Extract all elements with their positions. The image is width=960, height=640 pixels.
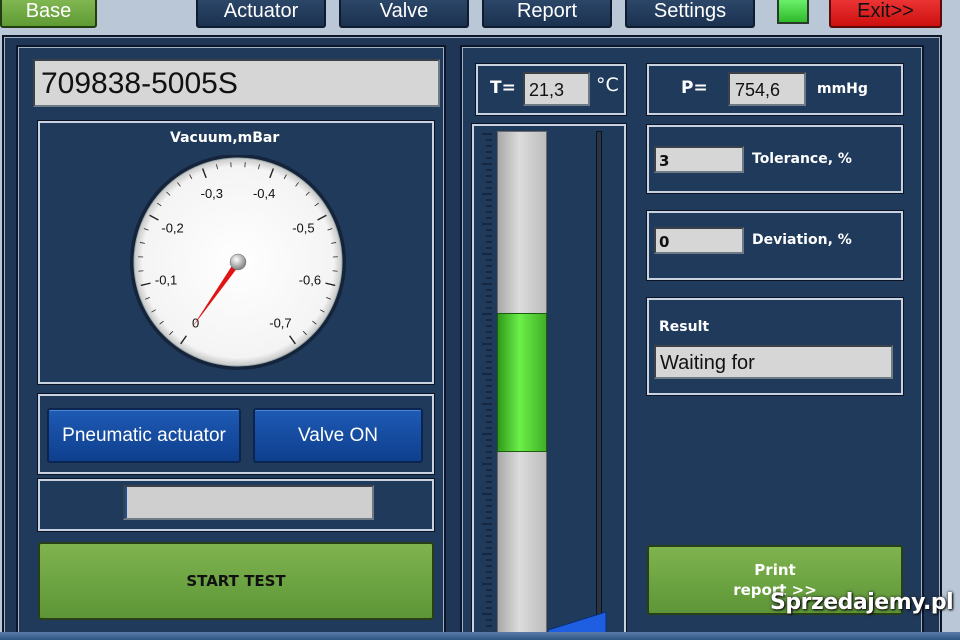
result-label: Result — [659, 319, 710, 335]
report-button[interactable]: Report — [482, 0, 612, 28]
temperature-unit: °C — [596, 74, 619, 96]
exit-button-label: Exit>> — [857, 0, 914, 22]
valve-button[interactable]: Valve — [339, 0, 469, 28]
temperature-value: 21,3 — [523, 72, 590, 106]
pneumatic-actuator-button[interactable]: Pneumatic actuator — [47, 408, 241, 463]
settings-button-label: Settings — [653, 0, 727, 22]
actuator-button-label: Actuator — [223, 0, 299, 22]
deviation-label: Deviation, % — [752, 232, 852, 248]
level-frame — [471, 123, 627, 640]
watermark: Sprzedajemy.pl — [770, 590, 954, 615]
base-button-label: Base — [25, 0, 72, 22]
gauge-tick-label: -0,7 — [269, 316, 291, 331]
pressure-value: 754,6 — [728, 72, 806, 106]
base-button[interactable]: Base — [0, 0, 97, 28]
gauge-knob — [229, 253, 247, 271]
tolerance-input[interactable]: 3 — [654, 146, 744, 173]
deviation-value: 0 — [654, 227, 744, 254]
gauge-tick-label: -0,4 — [253, 186, 275, 201]
exit-button[interactable]: Exit>> — [829, 0, 942, 28]
valve-on-label: Valve ON — [298, 424, 378, 446]
level-slider-track[interactable] — [596, 131, 602, 640]
pneumatic-actuator-label: Pneumatic actuator — [62, 424, 226, 446]
gauge-tick-label: 0 — [192, 316, 199, 331]
gauge-tick-label: -0,6 — [299, 272, 321, 287]
status-indicator — [777, 0, 809, 24]
settings-button[interactable]: Settings — [625, 0, 755, 28]
actuator-button[interactable]: Actuator — [196, 0, 326, 28]
progress-bar — [123, 485, 374, 520]
gauge-tick-label: -0,5 — [292, 220, 314, 235]
gauge-title: Vacuum,mBar — [170, 130, 280, 146]
print-report-label-1: Print — [754, 561, 796, 579]
temperature-label: T= — [490, 78, 516, 98]
report-button-label: Report — [516, 0, 578, 22]
result-value: Waiting for — [654, 345, 893, 379]
valve-on-button[interactable]: Valve ON — [253, 408, 423, 463]
gauge-tick-label: -0,3 — [201, 186, 223, 201]
part-number-field[interactable]: 709838-5005S — [33, 59, 440, 107]
gauge-tick-label: -0,1 — [155, 272, 177, 287]
valve-button-label: Valve — [379, 0, 429, 22]
watermark-text: Sprzedajemy.pl — [770, 590, 954, 615]
pressure-label: P= — [681, 78, 708, 98]
start-test-label: START TEST — [186, 572, 286, 590]
vacuum-gauge: 0 -0,1 -0,2 -0,3 -0,4 -0,5 -0,6 -0,7 — [130, 155, 346, 370]
progress-fill — [125, 487, 127, 518]
gauge-tick-label: -0,2 — [161, 220, 183, 235]
pressure-unit: mmHg — [817, 81, 868, 97]
application-window: Base Actuator Valve Report Settings Exit… — [0, 0, 960, 640]
level-scale — [482, 133, 492, 627]
level-indicator-green — [497, 313, 547, 452]
tolerance-label: Tolerance, % — [752, 151, 852, 167]
start-test-button[interactable]: START TEST — [38, 542, 434, 620]
taskbar — [0, 632, 960, 640]
